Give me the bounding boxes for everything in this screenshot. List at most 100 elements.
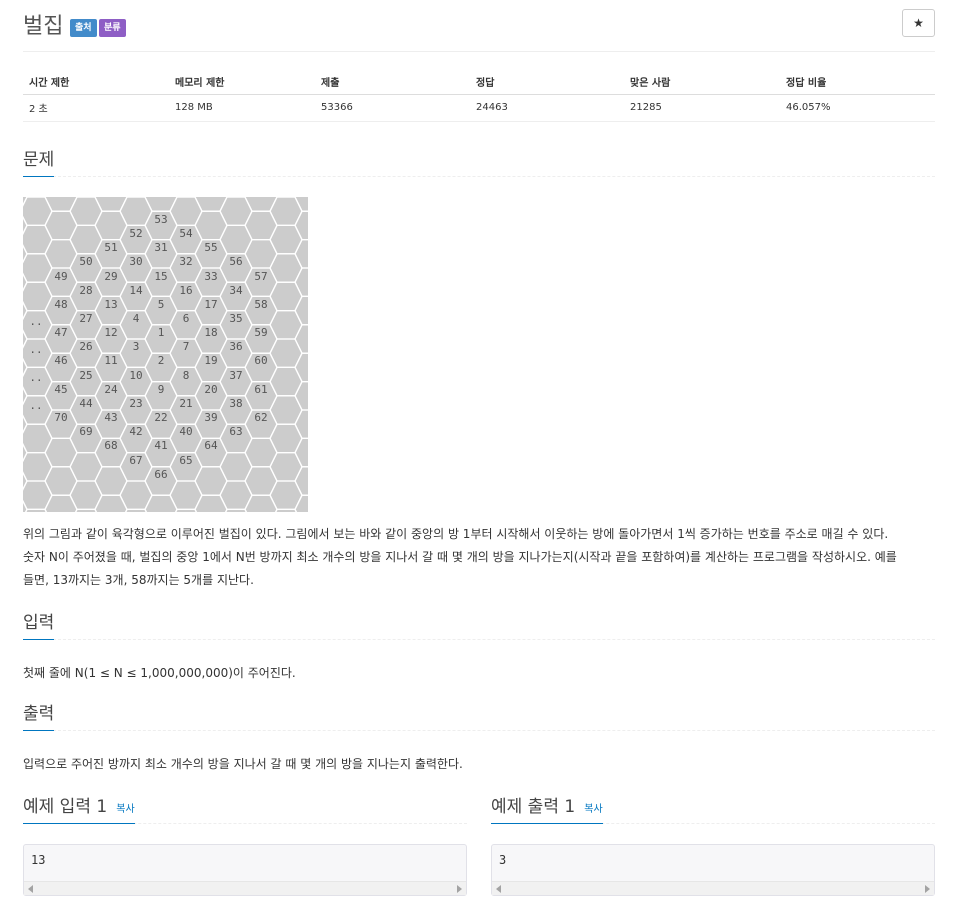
scroll-left-icon[interactable] xyxy=(28,885,33,893)
copy-input-link[interactable]: 복사 xyxy=(116,804,134,815)
honeycomb-cell xyxy=(294,267,308,298)
problem-description: 위의 그림과 같이 육각형으로 이루어진 벌집이 있다. 그림에서 보는 바와 … xyxy=(23,523,935,592)
honeycomb-cell xyxy=(244,197,278,212)
honeycomb-cell xyxy=(294,494,308,512)
honeycomb-cell xyxy=(44,197,78,212)
sample-output-label: 예제 출력 1 복사 xyxy=(491,794,603,824)
room-label: 25 xyxy=(79,369,92,382)
sample-input-label: 예제 입력 1 복사 xyxy=(23,794,135,824)
room-label: 50 xyxy=(79,255,92,268)
sample-input-header: 예제 입력 1 복사 xyxy=(23,794,467,824)
honeycomb-cell xyxy=(194,197,228,212)
room-label: 37 xyxy=(229,369,242,382)
tags-badge[interactable]: 분류 xyxy=(99,19,126,37)
room-label: 64 xyxy=(204,439,218,452)
honeycomb-cell xyxy=(44,494,78,512)
room-label: 29 xyxy=(104,270,117,283)
room-label: 39 xyxy=(204,411,217,424)
honeycomb-cell xyxy=(24,508,48,512)
sample-input-scrollbar[interactable] xyxy=(24,881,466,895)
scroll-right-icon[interactable] xyxy=(457,885,462,893)
accept-ratio-header: 정답 비율 xyxy=(780,70,935,95)
sample-input-box[interactable]: 13 xyxy=(23,844,467,896)
honeycomb-cell xyxy=(74,508,98,512)
room-label: 30 xyxy=(129,255,142,268)
room-label: 17 xyxy=(204,298,217,311)
description-section-header: 문제 xyxy=(23,147,935,177)
problem-title: 벌집 xyxy=(23,14,64,39)
memory-limit-value: 128 MB xyxy=(169,94,315,122)
output-section-header: 출력 xyxy=(23,701,935,731)
room-label: 34 xyxy=(229,284,243,297)
room-label: 63 xyxy=(229,425,242,438)
honeycomb-cell xyxy=(274,508,298,512)
room-label: .. xyxy=(29,399,42,412)
honeycomb-cell xyxy=(174,508,198,512)
room-label: 32 xyxy=(179,255,192,268)
time-limit-header: 시간 제한 xyxy=(23,70,169,95)
solved-users-value: 21285 xyxy=(624,94,780,122)
room-label: 70 xyxy=(54,411,67,424)
room-label: 62 xyxy=(254,411,267,424)
room-label: 52 xyxy=(129,227,142,240)
honeycomb-diagram: 5352 5451 31 5550 30 32 5649 29 15 33 5728 14 16 3448… xyxy=(23,197,308,512)
room-label: 35 xyxy=(229,312,242,325)
scroll-right-icon[interactable] xyxy=(925,885,930,893)
room-label: 40 xyxy=(179,425,192,438)
room-label: .. xyxy=(29,315,42,328)
room-label: 54 xyxy=(179,227,193,240)
description-line-1: 위의 그림과 같이 육각형으로 이루어진 벌집이 있다. 그림에서 보는 바와 … xyxy=(23,527,889,541)
accepted-header: 정답 xyxy=(470,70,624,95)
sample-output-scrollbar[interactable] xyxy=(492,881,934,895)
source-badge[interactable]: 출처 xyxy=(70,19,97,37)
honeycomb-cell xyxy=(294,210,308,241)
honeycomb-cell xyxy=(294,295,308,326)
scroll-left-icon[interactable] xyxy=(496,885,501,893)
info-value-row: 2 초 128 MB 53366 24463 21285 46.057% xyxy=(23,94,935,122)
room-label: 33 xyxy=(204,270,217,283)
room-label: 5 xyxy=(158,298,165,311)
room-label: 69 xyxy=(79,425,92,438)
room-label: 68 xyxy=(104,439,117,452)
room-label: 8 xyxy=(183,369,190,382)
room-label: 67 xyxy=(129,454,142,467)
copy-output-link[interactable]: 복사 xyxy=(584,804,602,815)
room-label: 27 xyxy=(79,312,92,325)
room-label: 46 xyxy=(54,354,67,367)
room-label: 16 xyxy=(179,284,192,297)
output-title: 출력 xyxy=(23,701,55,731)
room-label: 31 xyxy=(154,241,167,254)
honeycomb-cell xyxy=(124,508,148,512)
sample-output-box[interactable]: 3 xyxy=(491,844,935,896)
room-label: .. xyxy=(29,371,42,384)
room-label: 2 xyxy=(158,354,165,367)
honeycomb-cell xyxy=(294,409,308,440)
room-label: 1 xyxy=(158,326,165,339)
sample-input-title: 예제 입력 1 xyxy=(23,797,108,817)
room-label: 59 xyxy=(254,326,267,339)
star-button[interactable]: ★ xyxy=(902,9,935,37)
accept-ratio-value: 46.057% xyxy=(780,94,935,122)
room-label: 57 xyxy=(254,270,267,283)
description-title: 문제 xyxy=(23,147,55,177)
sample-output-title: 예제 출력 1 xyxy=(491,797,576,817)
honeycomb-cell xyxy=(294,380,308,411)
room-label: 55 xyxy=(204,241,217,254)
sample-input-value: 13 xyxy=(31,853,46,867)
honeycomb-image: 53 52 54 51 31 55 50 30 32 56 49 29 15 33 57 28 14 16 34 48… xyxy=(23,197,308,512)
room-label: 61 xyxy=(254,383,267,396)
room-label: 11 xyxy=(104,354,117,367)
room-label: 12 xyxy=(104,326,117,339)
honeycomb-cell xyxy=(294,197,308,212)
honeycomb-cell xyxy=(244,494,278,512)
room-label: 36 xyxy=(229,340,242,353)
memory-limit-header: 메모리 제한 xyxy=(169,70,315,95)
submissions-value: 53366 xyxy=(315,94,470,122)
room-label: 20 xyxy=(204,383,217,396)
honeycomb-cell xyxy=(294,437,308,468)
input-section-header: 입력 xyxy=(23,610,935,640)
problem-info-table: 시간 제한 메모리 제한 제출 정답 맞은 사람 정답 비율 2 초 128 M… xyxy=(23,70,935,122)
solved-users-header: 맞은 사람 xyxy=(624,70,780,95)
honeycomb-cell xyxy=(94,197,128,212)
star-icon: ★ xyxy=(913,16,924,30)
